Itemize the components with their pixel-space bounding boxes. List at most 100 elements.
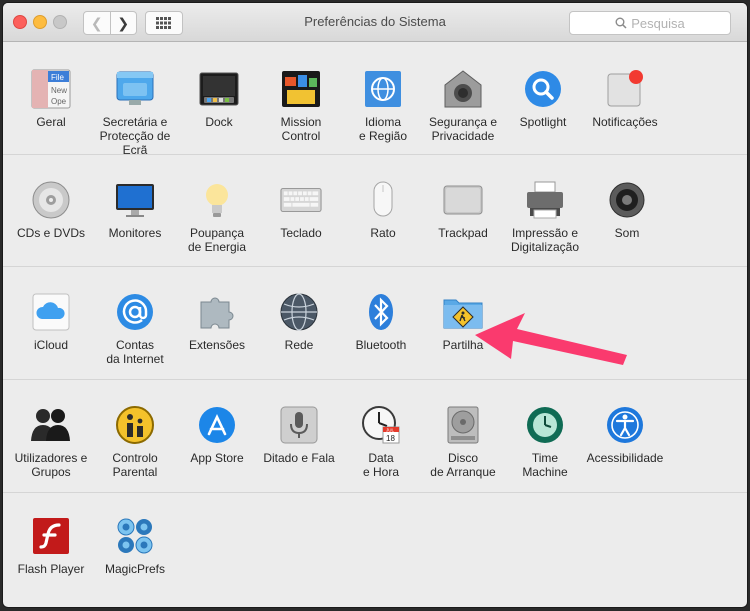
pref-label: CDs e DVDs [16, 226, 85, 240]
pref-spotlight[interactable]: Spotlight [501, 68, 585, 129]
mission-control-icon [280, 68, 322, 110]
pref-label: Spotlight [519, 115, 567, 129]
pref-language-region[interactable]: Idioma e Região [341, 68, 425, 143]
pref-label: Mission Control [280, 115, 322, 143]
pref-dock[interactable]: Dock [177, 68, 261, 129]
pref-label: Geral [36, 115, 66, 129]
pref-label: Teclado [280, 226, 322, 240]
accessibility-icon [604, 404, 646, 446]
pref-internet-accounts[interactable]: Contas da Internet [93, 291, 177, 366]
spotlight-icon [522, 68, 564, 110]
pref-label: Som [614, 226, 640, 240]
pref-time-machine[interactable]: Time Machine [503, 404, 587, 479]
notifications-icon [604, 68, 646, 110]
section-personal: File New Ope Geral Secretária e Protecçã… [3, 42, 747, 157]
pref-accessibility[interactable]: Acessibilidade [583, 404, 667, 465]
pref-label: Data e Hora [362, 451, 400, 479]
pref-label: Impressão e Digitalização [510, 226, 580, 254]
pref-label: Rede [284, 338, 314, 352]
pref-label: Bluetooth [355, 338, 407, 352]
sound-icon [606, 179, 648, 221]
pref-dictation-speech[interactable]: Ditado e Fala [257, 404, 341, 465]
pref-startup-disk[interactable]: Disco de Arranque [421, 404, 505, 479]
pref-label: Poupança de Energia [187, 226, 247, 254]
pref-label: Idioma e Região [358, 115, 408, 143]
security-privacy-icon [442, 68, 484, 110]
pref-trackpad[interactable]: Trackpad [421, 179, 505, 240]
section-system: Utilizadores e Grupos Controlo Parental [3, 380, 747, 493]
pref-app-store[interactable]: App Store [175, 404, 259, 465]
pref-keyboard[interactable]: Teclado [259, 179, 343, 240]
pref-energy-saver[interactable]: Poupança de Energia [175, 179, 259, 254]
pref-bluetooth[interactable]: Bluetooth [339, 291, 423, 352]
pref-printers-scanners[interactable]: Impressão e Digitalização [503, 179, 587, 254]
pref-notifications[interactable]: Notificações [583, 68, 667, 129]
mouse-icon [362, 179, 404, 221]
dock-icon [198, 68, 240, 110]
users-groups-icon [30, 404, 72, 446]
pref-cds-dvds[interactable]: CDs e DVDs [9, 179, 93, 240]
pref-label: iCloud [33, 338, 69, 352]
pref-label: Segurança e Privacidade [428, 115, 498, 143]
icloud-icon [30, 291, 72, 333]
svg-text:18: 18 [386, 434, 395, 443]
general-icon: File New Ope [30, 68, 72, 110]
desktop-screensaver-icon [114, 68, 156, 110]
dictation-speech-icon [278, 404, 320, 446]
section-other: Flash Player MagicPrefs [3, 493, 747, 607]
pref-label: Notificações [592, 115, 658, 129]
search-placeholder: Pesquisa [631, 15, 685, 31]
pref-label: Contas da Internet [106, 338, 164, 366]
svg-text:File: File [51, 73, 64, 82]
annotation-arrow-icon [475, 313, 627, 365]
displays-icon [114, 179, 156, 221]
keyboard-icon [280, 179, 322, 221]
pref-icloud[interactable]: iCloud [9, 291, 93, 352]
parental-controls-icon [114, 404, 156, 446]
pref-displays[interactable]: Monitores [93, 179, 177, 240]
cds-dvds-icon [30, 179, 72, 221]
pref-general[interactable]: File New Ope Geral [9, 68, 93, 129]
printers-scanners-icon [524, 179, 566, 221]
search-icon [615, 17, 627, 29]
pref-label: Secretária e Protecção de Ecrã [99, 115, 171, 157]
pref-flash-player[interactable]: Flash Player [9, 515, 93, 576]
pref-label: Acessibilidade [586, 451, 664, 465]
title-bar: ❮ ❯ Preferências do Sistema Pesquisa [3, 3, 747, 42]
pref-sound[interactable]: Som [585, 179, 669, 240]
svg-text:JUL: JUL [386, 428, 394, 433]
extensions-icon [196, 291, 238, 333]
pref-security-privacy[interactable]: Segurança e Privacidade [421, 68, 505, 143]
pref-label: Rato [370, 226, 396, 240]
startup-disk-icon [442, 404, 484, 446]
pref-label: Disco de Arranque [430, 451, 496, 479]
pref-network[interactable]: Rede [257, 291, 341, 352]
pref-users-groups[interactable]: Utilizadores e Grupos [9, 404, 93, 479]
bluetooth-icon [360, 291, 402, 333]
pref-mission-control[interactable]: Mission Control [259, 68, 343, 143]
system-preferences-window: ❮ ❯ Preferências do Sistema Pesquisa Fil… [3, 3, 747, 607]
pref-label: Time Machine [522, 451, 568, 479]
pref-desktop-screensaver[interactable]: Secretária e Protecção de Ecrã [93, 68, 177, 157]
pref-label: Controlo Parental [112, 451, 158, 479]
pref-label: Monitores [108, 226, 162, 240]
date-time-icon: JUL 18 [360, 404, 402, 446]
pref-parental-controls[interactable]: Controlo Parental [93, 404, 177, 479]
pref-extensions[interactable]: Extensões [175, 291, 259, 352]
pref-label: Extensões [188, 338, 246, 352]
internet-accounts-icon [114, 291, 156, 333]
pref-label: Utilizadores e Grupos [14, 451, 88, 479]
pref-label: Flash Player [17, 562, 85, 576]
pref-mouse[interactable]: Rato [341, 179, 425, 240]
pref-label: Ditado e Fala [263, 451, 335, 465]
flash-player-icon [30, 515, 72, 557]
trackpad-icon [442, 179, 484, 221]
language-region-icon [362, 68, 404, 110]
pref-date-time[interactable]: JUL 18 Data e Hora [339, 404, 423, 479]
time-machine-icon [524, 404, 566, 446]
pref-label: MagicPrefs [104, 562, 166, 576]
svg-text:Ope: Ope [51, 97, 67, 106]
search-field[interactable]: Pesquisa [569, 11, 731, 35]
pref-magicprefs[interactable]: MagicPrefs [93, 515, 177, 576]
pref-label: Dock [205, 115, 233, 129]
